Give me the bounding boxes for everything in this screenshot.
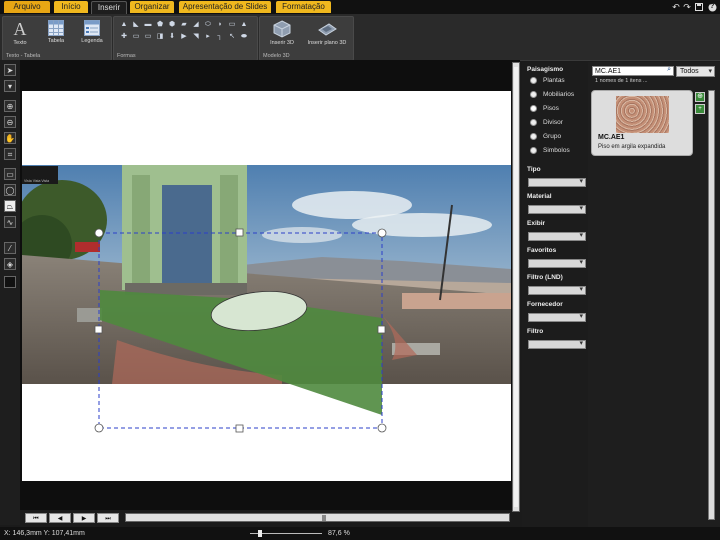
filter-dropdown[interactable] <box>528 231 586 241</box>
result-thumbnail <box>616 96 669 133</box>
radio-icon[interactable] <box>530 91 537 98</box>
scope-dropdown-value: Todos <box>680 68 699 75</box>
help-glyph: ? <box>710 3 715 10</box>
filter-section-title: Favoritos <box>527 247 557 254</box>
category-option-label: Pisos <box>543 105 559 113</box>
category-option-pisos[interactable]: Pisos <box>530 105 559 112</box>
filter-section-title: Exibir <box>527 220 546 227</box>
filter-dropdown[interactable] <box>528 285 586 295</box>
status-bar: X: 146,3mm Y: 107,41mm 87,6 % <box>0 527 720 540</box>
help-icon[interactable]: ? <box>707 1 717 13</box>
result-card[interactable]: MC.AE1 Piso em argila expandida <box>591 90 693 156</box>
next-slide-button[interactable]: ▶ <box>73 513 95 523</box>
prev-slide-button[interactable]: ◀ <box>49 513 71 523</box>
category-option-label: Plantas <box>543 77 565 85</box>
radio-icon[interactable] <box>530 119 537 126</box>
filter-dropdown[interactable] <box>528 312 586 322</box>
search-icon[interactable]: ⌕ <box>667 66 671 74</box>
canvas-tooltip-label: Vista Vista Vista <box>24 179 50 183</box>
category-option-label: Simbolos <box>543 147 570 155</box>
radio-icon[interactable] <box>530 105 537 112</box>
add-item-icon[interactable]: + <box>695 104 705 114</box>
canvas-horizontal-scrollbar[interactable] <box>125 513 510 522</box>
drawing-overlay <box>94 228 387 433</box>
undo-icon[interactable]: ↶ <box>671 1 681 13</box>
filter-dropdown[interactable] <box>528 204 586 214</box>
zoom-level: 87,6 % <box>328 530 350 537</box>
search-input-value: MC.AE1 <box>595 68 622 75</box>
category-option-mobiliarios[interactable]: Mobiliarios <box>530 91 574 98</box>
result-name: MC.AE1 <box>598 134 625 141</box>
filter-dropdown[interactable] <box>528 339 586 349</box>
category-option-plantas[interactable]: Plantas <box>530 77 565 84</box>
zoom-preview-icon[interactable]: ⊕ <box>695 92 705 102</box>
category-option-simbolos[interactable]: Simbolos <box>530 147 570 154</box>
filter-dropdown[interactable] <box>528 258 586 268</box>
canvas-vertical-scrollbar[interactable] <box>512 62 520 512</box>
cursor-coordinates: X: 146,3mm Y: 107,41mm <box>4 530 85 537</box>
filter-section-title: Tipo <box>527 166 541 173</box>
radio-icon[interactable] <box>530 77 537 84</box>
filter-section-title: Fornecedor <box>527 301 563 308</box>
filter-panel: Paisagismo Plantas Mobiliarios Pisos Diviso… <box>522 62 588 527</box>
save-icon[interactable] <box>694 1 704 13</box>
radio-icon[interactable] <box>530 147 537 154</box>
category-title: Paisagismo <box>527 66 564 73</box>
filter-section-title: Filtro <box>527 328 544 335</box>
results-vertical-scrollbar[interactable] <box>708 90 715 520</box>
results-panel: MC.AE1 ⌕ Todos ▾ 1 nomes de 1 itens ... … <box>588 62 720 527</box>
canvas-tooltip: Vista Vista Vista <box>22 166 58 184</box>
result-count: 1 nomes de 1 itens ... <box>595 78 648 84</box>
category-option-label: Grupo <box>543 133 562 141</box>
filter-dropdown[interactable] <box>528 177 586 187</box>
zoom-slider-thumb[interactable] <box>258 530 262 537</box>
first-slide-button[interactable]: ⏮ <box>25 513 47 523</box>
category-option-grupo[interactable]: Grupo <box>530 133 561 140</box>
category-option-divisor[interactable]: Divisor <box>530 119 563 126</box>
category-option-label: Divisor <box>543 119 563 127</box>
search-input[interactable]: MC.AE1 ⌕ <box>592 66 674 76</box>
last-slide-button[interactable]: ⏭ <box>97 513 119 523</box>
radio-icon[interactable] <box>530 133 537 140</box>
category-option-label: Mobiliarios <box>543 91 575 99</box>
hscroll-thumb[interactable] <box>322 515 326 521</box>
chevron-down-icon: ▾ <box>708 68 712 75</box>
filter-section-title: Filtro (LND) <box>527 274 563 281</box>
filter-section-title: Material <box>527 193 552 200</box>
scope-dropdown[interactable]: Todos ▾ <box>676 66 715 77</box>
result-description: Piso em argila expandida <box>598 144 666 150</box>
redo-icon[interactable]: ↷ <box>682 1 692 13</box>
